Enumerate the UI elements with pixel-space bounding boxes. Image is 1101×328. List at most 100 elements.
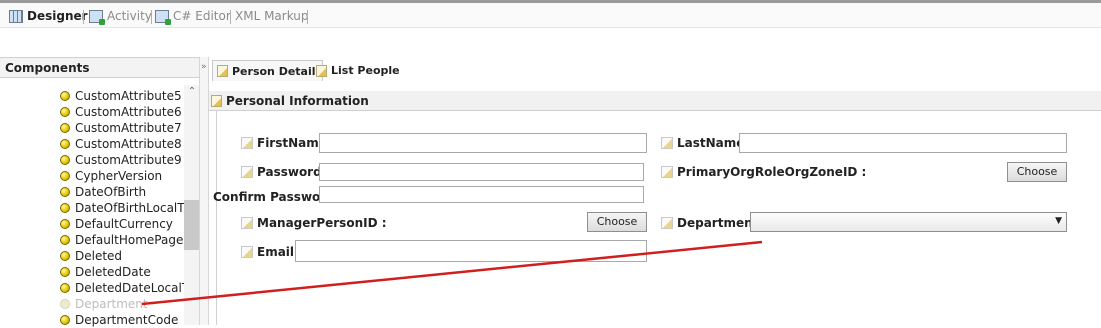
- component-item[interactable]: CustomAttribute8: [60, 136, 185, 152]
- edit-field-icon[interactable]: [241, 246, 253, 258]
- grid-icon: [9, 9, 23, 23]
- component-item[interactable]: CypherVersion: [60, 168, 185, 184]
- component-item-label: DeletedDate: [75, 265, 151, 279]
- manager-person-id-label: ManagerPersonID :: [241, 216, 387, 230]
- password-input[interactable]: [319, 163, 644, 181]
- component-item-label: CustomAttribute8: [75, 137, 182, 151]
- tab-csharp-editor[interactable]: C# Editor: [155, 7, 231, 25]
- component-dot-icon: [60, 315, 70, 325]
- component-dot-icon: [60, 299, 70, 309]
- component-item[interactable]: DeletedDateLocalTin: [60, 280, 185, 296]
- component-item-label: Deleted: [75, 249, 123, 263]
- tab-activity-label: Activity: [107, 9, 152, 23]
- edit-field-icon[interactable]: [241, 217, 253, 229]
- component-dot-icon: [60, 91, 70, 101]
- edit-form-icon: [217, 65, 228, 77]
- component-dot-icon: [60, 123, 70, 133]
- component-item[interactable]: CustomAttribute9: [60, 152, 185, 168]
- tab-xml-markup-label: XML Markup: [235, 9, 309, 23]
- component-item[interactable]: DeletedDate: [60, 264, 185, 280]
- edit-field-icon[interactable]: [241, 137, 253, 149]
- toolbar-area: [0, 28, 1101, 57]
- tab-csharp-editor-label: C# Editor: [173, 9, 231, 23]
- email-input[interactable]: [295, 240, 647, 262]
- component-dot-icon: [60, 219, 70, 229]
- component-item[interactable]: CustomAttribute5: [60, 88, 185, 104]
- manager-person-id-label-text: ManagerPersonID :: [257, 216, 387, 230]
- panel-splitter[interactable]: »: [199, 57, 209, 325]
- edit-field-icon[interactable]: [661, 137, 673, 149]
- component-item[interactable]: CustomAttribute7: [60, 120, 185, 136]
- component-item-label: Department: [75, 297, 148, 311]
- component-item[interactable]: DepartmentCode: [60, 312, 185, 328]
- tab-separator: [83, 10, 84, 24]
- component-item-label: DateOfBirth: [75, 185, 147, 199]
- password-label: Password :: [241, 165, 331, 179]
- components-panel-title: Components: [0, 57, 199, 78]
- component-dot-icon: [60, 171, 70, 181]
- component-item-label: DefaultHomePage: [75, 233, 184, 247]
- primary-org-role-label-text: PrimaryOrgRoleOrgZoneID :: [677, 165, 867, 179]
- tab-separator: [307, 10, 308, 24]
- department-dropdown[interactable]: ▼: [750, 212, 1067, 232]
- edit-form-icon: [316, 64, 327, 77]
- document-tab-strip: Person Detail List People: [209, 57, 1101, 84]
- confirm-password-label: Confirm Password: [213, 190, 335, 204]
- code-editor-icon: [155, 9, 171, 25]
- tab-separator: [151, 10, 152, 24]
- component-dot-icon: [60, 251, 70, 261]
- component-item-label: DefaultCurrency: [75, 217, 173, 231]
- component-item-label: DeletedDateLocalTin: [75, 281, 185, 295]
- tab-designer[interactable]: Designer: [9, 7, 88, 25]
- primary-org-role-label: PrimaryOrgRoleOrgZoneID :: [661, 165, 866, 179]
- tab-person-detail-label: Person Detail: [232, 64, 316, 78]
- last-name-input[interactable]: [739, 133, 1067, 153]
- component-dot-icon: [60, 267, 70, 277]
- component-item-label: CypherVersion: [75, 169, 163, 183]
- component-dot-icon: [60, 283, 70, 293]
- activity-icon: [89, 9, 105, 25]
- view-tab-strip: Designer Activity C# Editor XML Markup: [0, 3, 1101, 28]
- manager-choose-button[interactable]: Choose: [587, 212, 647, 232]
- scroll-up-icon[interactable]: ⌃: [184, 85, 200, 99]
- tab-xml-markup[interactable]: XML Markup: [235, 7, 309, 25]
- tab-list-people[interactable]: List People: [312, 60, 406, 81]
- email-label: Email :: [241, 245, 303, 259]
- component-item-dragging[interactable]: Department: [60, 296, 185, 312]
- component-item-label: CustomAttribute5: [75, 89, 182, 103]
- tab-person-detail[interactable]: Person Detail: [212, 60, 323, 81]
- section-border: [216, 111, 217, 325]
- dropdown-arrow-icon[interactable]: ▼: [1055, 216, 1062, 226]
- first-name-input[interactable]: [319, 133, 647, 153]
- tab-separator: [230, 10, 231, 24]
- section-header[interactable]: Personal Information: [209, 91, 1101, 111]
- edit-field-icon[interactable]: [661, 166, 673, 178]
- component-item[interactable]: DefaultCurrency: [60, 216, 185, 232]
- component-item-label: CustomAttribute9: [75, 153, 182, 167]
- component-item[interactable]: DefaultHomePage: [60, 232, 185, 248]
- component-item-label: CustomAttribute7: [75, 121, 182, 135]
- component-dot-icon: [60, 139, 70, 149]
- component-item[interactable]: CustomAttribute6: [60, 104, 185, 120]
- component-dot-icon: [60, 107, 70, 117]
- form-designer-canvas: Personal Information: [209, 83, 1101, 325]
- tab-activity[interactable]: Activity: [89, 7, 152, 25]
- component-item[interactable]: DateOfBirth: [60, 184, 185, 200]
- collapse-chevron-icon[interactable]: »: [201, 62, 207, 72]
- edit-section-icon: [211, 94, 222, 107]
- edit-field-icon[interactable]: [241, 166, 253, 178]
- primary-org-choose-button[interactable]: Choose: [1007, 162, 1067, 182]
- components-scrollbar-thumb[interactable]: [184, 200, 200, 250]
- tab-list-people-label: List People: [331, 64, 400, 77]
- edit-field-icon[interactable]: [661, 217, 673, 229]
- component-dot-icon: [60, 187, 70, 197]
- confirm-password-label-text: Confirm Password: [213, 190, 335, 204]
- component-item[interactable]: DateOfBirthLocalTim: [60, 200, 185, 216]
- component-dot-icon: [60, 155, 70, 165]
- component-item[interactable]: Deleted: [60, 248, 185, 264]
- component-dot-icon: [60, 235, 70, 245]
- section-title: Personal Information: [226, 93, 369, 108]
- confirm-password-input[interactable]: [319, 186, 644, 203]
- component-item-label: CustomAttribute6: [75, 105, 182, 119]
- tab-designer-label: Designer: [27, 9, 88, 23]
